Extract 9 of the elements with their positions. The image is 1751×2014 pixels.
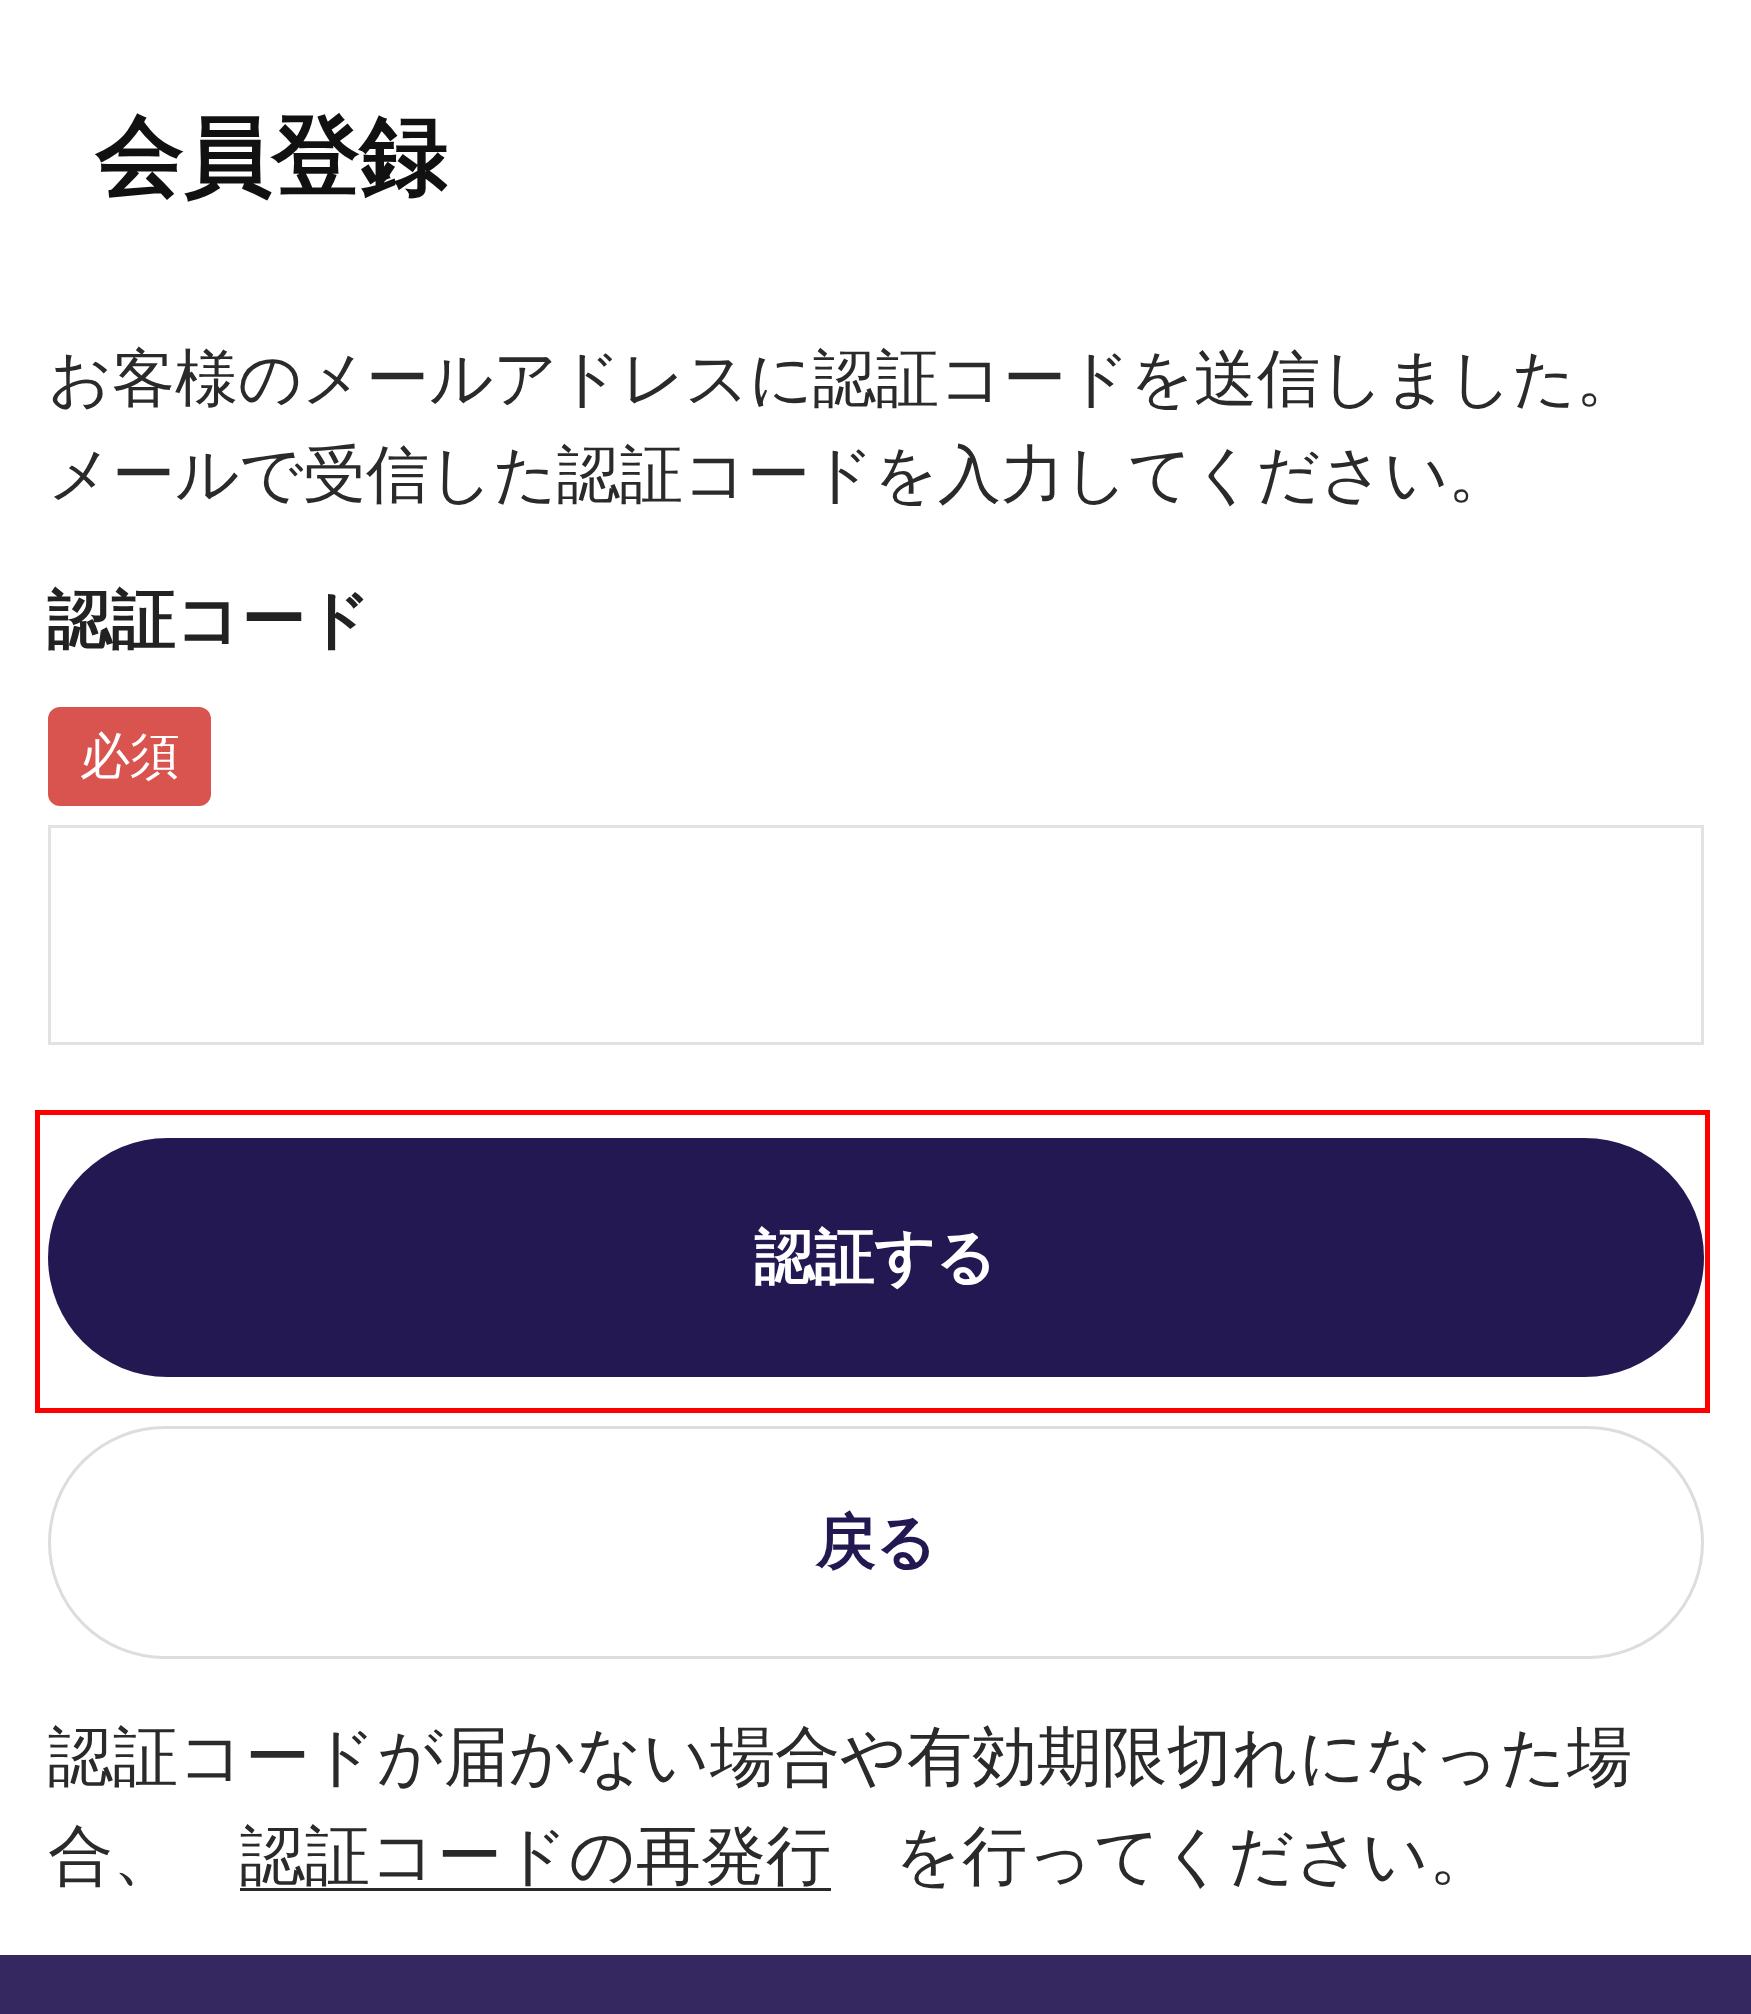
code-input-field[interactable] <box>48 825 1704 1045</box>
instruction-text: お客様のメールアドレスに認証コードを送信しました。メールで受信した認証コードを入力してください。 <box>48 341 1640 513</box>
reissue-link[interactable]: 認証コードの再発行 <box>240 1818 831 1893</box>
back-button[interactable]: 戻る <box>48 1426 1704 1659</box>
verify-button[interactable]: 認証する <box>48 1138 1704 1377</box>
help-text: 認証コードが届かない場合や有効期限切れになった場合、 認証コードの再発行 を行ってください。 <box>48 1718 1633 1895</box>
field-label: 認証コード <box>48 581 373 658</box>
required-badge: 必須 <box>48 707 211 806</box>
page-title: 会員登録 <box>96 103 449 209</box>
